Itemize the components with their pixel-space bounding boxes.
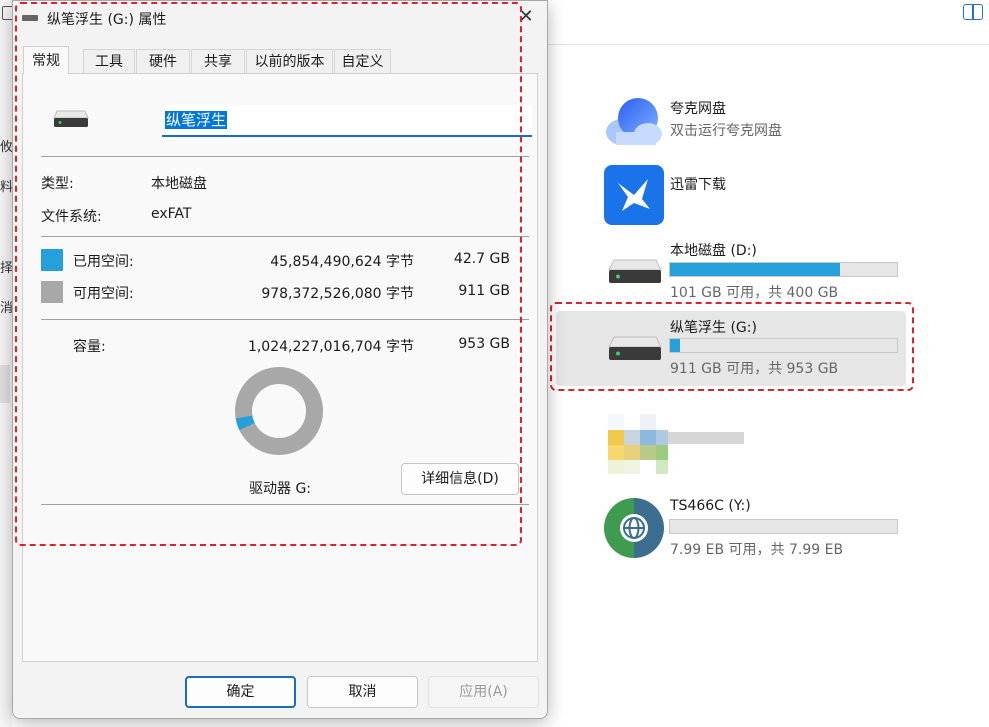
highlight-box-drive [550, 302, 914, 391]
toolbar-divider [548, 44, 989, 45]
network-globe-icon [604, 498, 664, 558]
blurred-item[interactable] [594, 414, 744, 474]
drive-usage-bar [669, 262, 898, 277]
item-subtitle: 7.99 EB 可用，共 7.99 EB [670, 542, 844, 558]
drive-usage-fill [670, 263, 841, 276]
shortcut-xunlei[interactable]: 迅雷下载 [556, 162, 906, 237]
drive-usage-bar [669, 519, 898, 534]
highlight-box-dialog [15, 2, 522, 546]
nav-item-fragment[interactable]: 消 [0, 297, 12, 316]
nav-selected-item[interactable] [0, 365, 10, 403]
quark-cloud-icon [606, 98, 662, 145]
item-title: 迅雷下载 [670, 177, 726, 193]
tab-general[interactable]: 常规 [23, 46, 69, 74]
apply-button[interactable]: 应用(A) [428, 676, 539, 708]
shortcut-quark[interactable]: 夸克网盘 双击运行夸克网盘 [556, 88, 906, 163]
nav-item-fragment[interactable]: 攸 [0, 136, 12, 155]
ok-button[interactable]: 确定 [185, 676, 296, 708]
drive-icon [608, 259, 662, 283]
item-title: TS466C (Y:) [670, 498, 751, 514]
item-subtitle: 101 GB 可用，共 400 GB [670, 285, 839, 301]
item-subtitle: 双击运行夸克网盘 [670, 123, 782, 139]
details-pane-toggle-icon[interactable] [963, 4, 983, 20]
item-title: 夸克网盘 [670, 101, 726, 117]
xunlei-bird-icon [604, 165, 664, 225]
network-drive-y[interactable]: TS466C (Y:) 7.99 EB 可用，共 7.99 EB [556, 494, 906, 569]
item-title: 本地磁盘 (D:) [670, 243, 757, 259]
nav-item-fragment[interactable]: 择 [0, 257, 12, 276]
drive-d[interactable]: 本地磁盘 (D:) 101 GB 可用，共 400 GB [556, 236, 906, 311]
navigation-pane-edge [0, 0, 12, 727]
nav-item-fragment[interactable]: 料 [0, 176, 12, 195]
cancel-button[interactable]: 取消 [307, 676, 418, 708]
